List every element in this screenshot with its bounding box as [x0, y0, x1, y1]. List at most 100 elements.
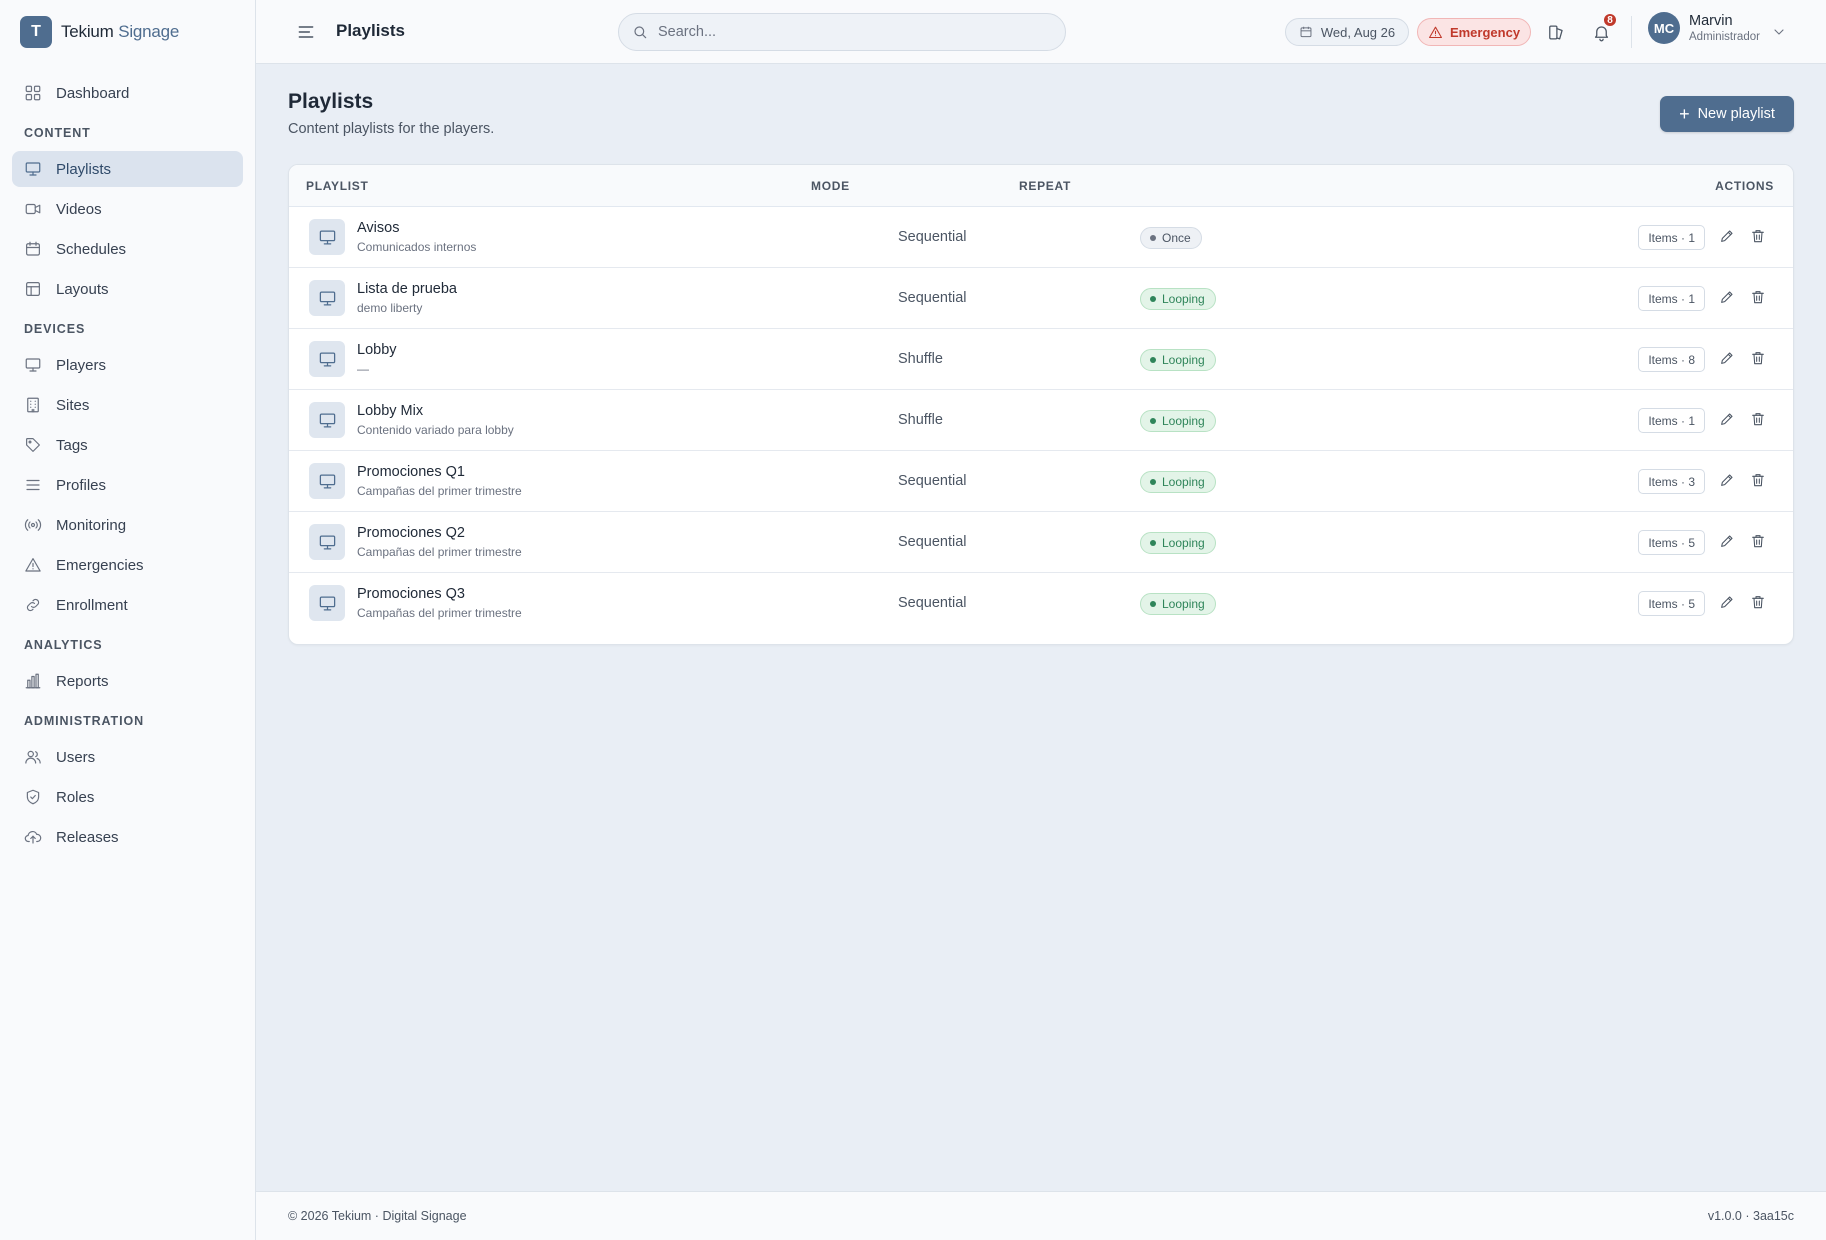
trash-icon [1752, 474, 1764, 487]
table-row[interactable]: Lobby — Shuffle Looping Items · 8 [289, 329, 1793, 390]
playlist-name[interactable]: Promociones Q1 [357, 464, 465, 480]
delete-button[interactable] [1750, 350, 1768, 368]
playlist-description: Campañas del primer trimestre [357, 484, 522, 498]
edit-button[interactable] [1719, 350, 1737, 368]
pencil-icon [1721, 352, 1733, 364]
emergency-button[interactable]: Emergency [1417, 18, 1531, 46]
brand-name: Tekium Signage [61, 22, 180, 41]
sidebar-item-sites[interactable]: Sites [12, 387, 243, 423]
sidebar-item-tags[interactable]: Tags [12, 427, 243, 463]
table-row[interactable]: Promociones Q2 Campañas del primer trimes… [289, 512, 1793, 573]
items-button[interactable]: Items · 5 [1638, 530, 1705, 555]
sidebar-item-schedules[interactable]: Schedules [12, 231, 243, 267]
repeat-label: Looping [1162, 475, 1205, 489]
delete-button[interactable] [1750, 411, 1768, 429]
items-button[interactable]: Items · 3 [1638, 469, 1705, 494]
new-playlist-label: New playlist [1697, 106, 1775, 122]
items-button[interactable]: Items · 1 [1638, 408, 1705, 433]
search-input[interactable] [658, 24, 1038, 40]
repeat-badge: Looping [1140, 532, 1216, 554]
brand[interactable]: T Tekium Signage [0, 0, 255, 64]
playlist-thumbnail [309, 524, 345, 560]
column-header-repeat[interactable]: REPEAT [1019, 179, 1071, 193]
repeat-badge: Once [1140, 227, 1202, 249]
playlist-name[interactable]: Avisos [357, 220, 399, 236]
sidebar-item-playlists[interactable]: Playlists [12, 151, 243, 187]
column-header-mode[interactable]: MODE [811, 179, 850, 193]
items-button[interactable]: Items · 5 [1638, 591, 1705, 616]
sidebar-item-videos[interactable]: Videos [12, 191, 243, 227]
items-button[interactable]: Items · 1 [1638, 225, 1705, 250]
sidebar-item-label: Players [56, 356, 107, 374]
sidebar-item-dashboard[interactable]: Dashboard [12, 75, 243, 111]
column-header-playlist[interactable]: PLAYLIST [306, 179, 369, 193]
brand-logo: T [20, 16, 52, 48]
date-text: Wed, Aug 26 [1320, 24, 1396, 40]
sidebar-item-releases[interactable]: Releases [12, 819, 243, 855]
repeat-badge: Looping [1140, 288, 1216, 310]
playlist-name[interactable]: Lobby Mix [357, 403, 423, 419]
monitor-icon [319, 535, 335, 549]
playlist-description: Campañas del primer trimestre [357, 545, 522, 559]
sidebar-item-emergencies[interactable]: Emergencies [12, 547, 243, 583]
alert-icon [1428, 26, 1442, 38]
table-row[interactable]: Avisos Comunicados internos Sequential Once… [289, 207, 1793, 268]
edit-button[interactable] [1719, 472, 1737, 490]
sidebar-item-profiles[interactable]: Profiles [12, 467, 243, 503]
table-row[interactable]: Promociones Q3 Campañas del primer trimes… [289, 573, 1793, 634]
pencil-icon [1721, 230, 1733, 242]
playlist-name[interactable]: Promociones Q2 [357, 525, 465, 541]
sidebar-item-label: Monitoring [56, 516, 127, 534]
delete-button[interactable] [1750, 594, 1768, 612]
user-menu[interactable]: MC Marvin Administrador [1648, 12, 1760, 44]
edit-button[interactable] [1719, 228, 1737, 246]
sidebar-item-enrollment[interactable]: Enrollment [12, 587, 243, 623]
delete-button[interactable] [1750, 533, 1768, 551]
monitor-icon [319, 413, 335, 427]
new-playlist-button[interactable]: + New playlist [1660, 96, 1794, 132]
sidebar-item-users[interactable]: Users [12, 739, 243, 775]
playlist-name[interactable]: Lobby [357, 342, 397, 358]
edit-button[interactable] [1719, 533, 1737, 551]
monitor-icon [25, 162, 41, 176]
sidebar-item-players[interactable]: Players [12, 347, 243, 383]
menu-toggle-button[interactable] [296, 22, 316, 42]
playlist-thumbnail [309, 280, 345, 316]
delete-button[interactable] [1750, 289, 1768, 307]
playlist-description: Contenido variado para lobby [357, 423, 514, 437]
edit-button[interactable] [1719, 289, 1737, 307]
theme-toggle-button[interactable] [1544, 20, 1568, 44]
sidebar-item-layouts[interactable]: Layouts [12, 271, 243, 307]
menu-icon [298, 26, 314, 38]
table-row[interactable]: Lista de prueba demo liberty Sequential Loo… [289, 268, 1793, 329]
table-row[interactable]: Promociones Q1 Campañas del primer trimes… [289, 451, 1793, 512]
sidebar-item-monitoring[interactable]: Monitoring [12, 507, 243, 543]
delete-button[interactable] [1750, 472, 1768, 490]
search-box[interactable] [618, 13, 1066, 51]
monitor-icon [319, 230, 335, 244]
delete-button[interactable] [1750, 228, 1768, 246]
sidebar-nav: Dashboard CONTENT Playlists Videos Schedule… [0, 75, 255, 855]
sidebar-section-title: CONTENT [24, 126, 91, 140]
edit-button[interactable] [1719, 411, 1737, 429]
items-button[interactable]: Items · 1 [1638, 286, 1705, 311]
status-dot [1150, 601, 1156, 607]
playlist-name[interactable]: Promociones Q3 [357, 586, 465, 602]
sidebar-item-label: Dashboard [56, 84, 130, 102]
table-row[interactable]: Lobby Mix Contenido variado para lobby Shu… [289, 390, 1793, 451]
avatar: MC [1648, 12, 1680, 44]
edit-button[interactable] [1719, 594, 1737, 612]
playlist-description: demo liberty [357, 301, 423, 315]
items-button[interactable]: Items · 8 [1638, 347, 1705, 372]
monitor-icon [319, 474, 335, 488]
topbar: Playlists Wed, Aug 26 Emergency 8 MC Mar… [256, 0, 1826, 64]
sidebar-item-roles[interactable]: Roles [12, 779, 243, 815]
playlist-name[interactable]: Lista de prueba [357, 281, 457, 297]
sidebar-item-reports[interactable]: Reports [12, 663, 243, 699]
user-role: Administrador [1689, 30, 1760, 43]
page-subtitle: Content playlists for the players. [288, 121, 495, 137]
playlist-mode: Sequential [898, 229, 967, 245]
sidebar-item-label: Enrollment [56, 596, 128, 614]
trash-icon [1752, 291, 1764, 304]
chevron-down-icon[interactable] [1771, 24, 1787, 40]
